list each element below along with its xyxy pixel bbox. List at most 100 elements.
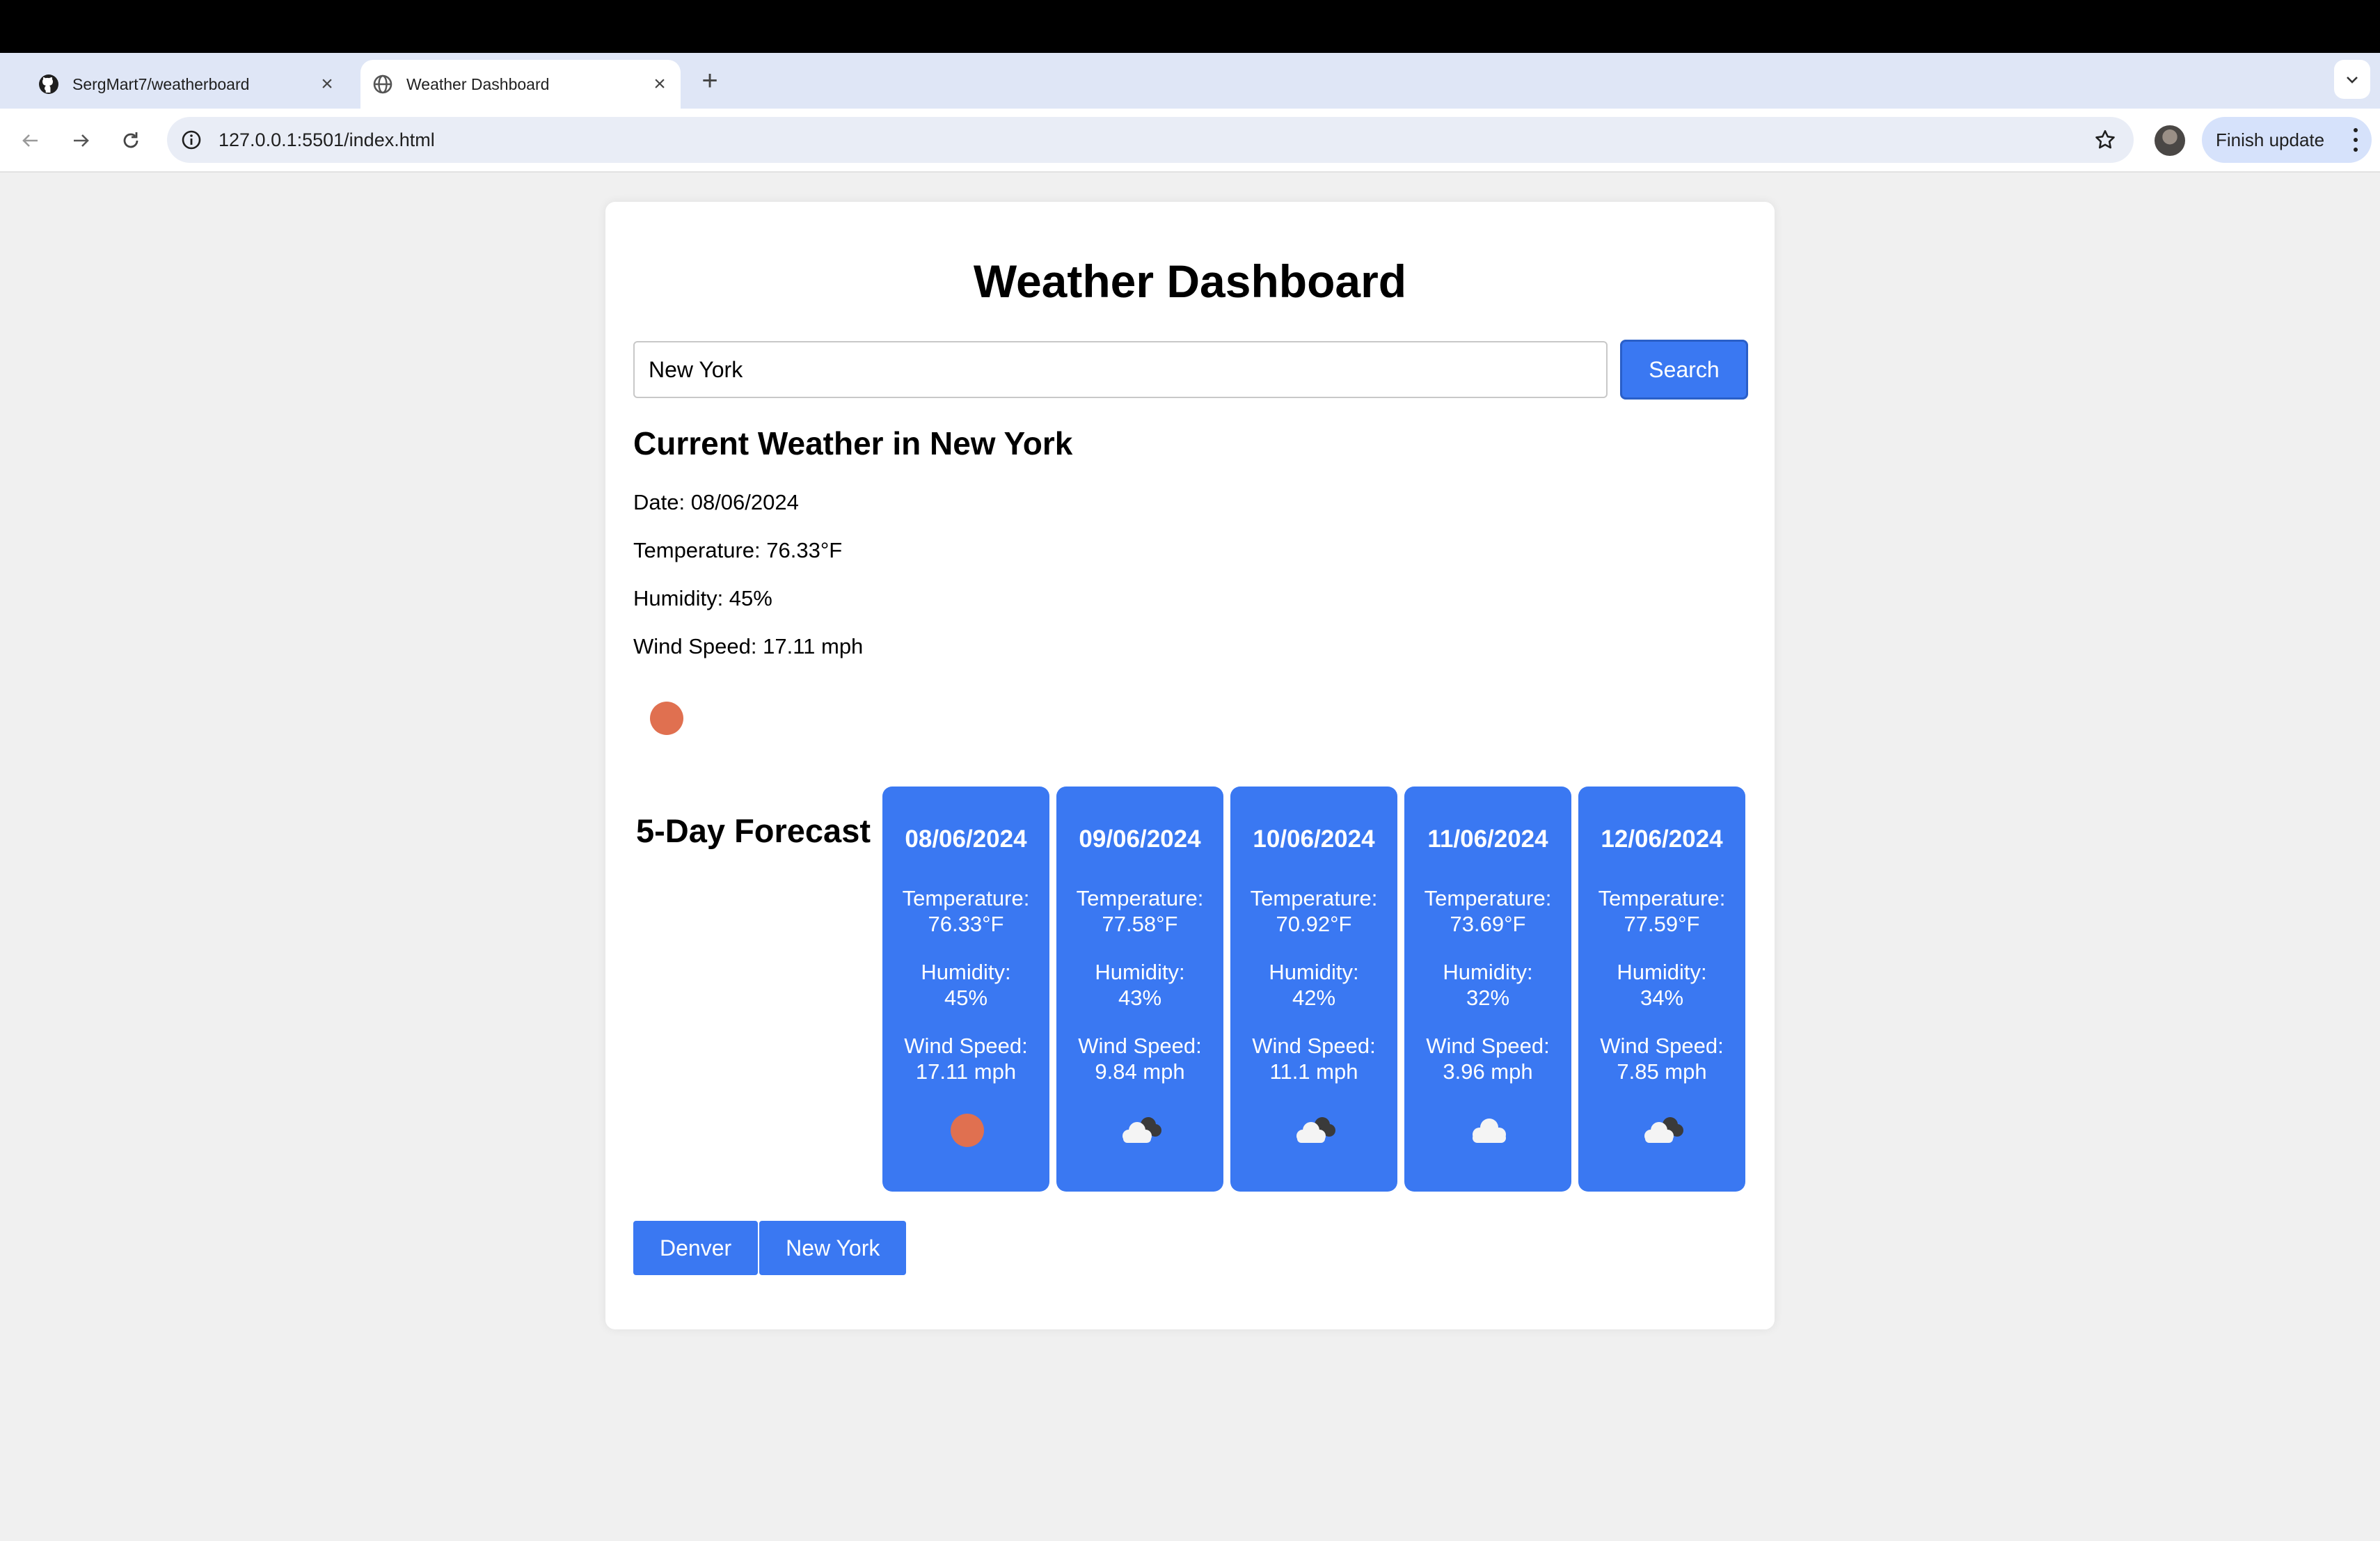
tab-strip: SergMart7/weatherboard × Weather Dashboa… (0, 53, 2380, 109)
globe-icon (373, 74, 392, 94)
sun-icon (650, 702, 683, 735)
forward-button[interactable] (63, 123, 99, 159)
forecast-wind: Wind Speed: 7.85 mph (1578, 1033, 1745, 1084)
page-title: Weather Dashboard (973, 255, 1407, 307)
forecast-date: 09/06/2024 (1079, 825, 1201, 853)
humidity-value: 34% (1640, 986, 1684, 1010)
forecast-date: 08/06/2024 (905, 825, 1027, 853)
screen-top-bar (0, 0, 2380, 53)
humidity-value: 45% (944, 986, 988, 1010)
forecast-card: 09/06/2024 Temperature: 77.58°F Humidity… (1056, 787, 1223, 1192)
search-button[interactable]: Search (1620, 340, 1748, 400)
forecast-humidity: Humidity: 34% (1578, 959, 1745, 1011)
sun-icon (951, 1114, 984, 1147)
history-button-denver[interactable]: Denver (633, 1221, 759, 1275)
forecast-humidity: Humidity: 45% (882, 959, 1049, 1011)
humidity-label: Humidity: (1617, 960, 1707, 984)
forecast-temperature: Temperature: 73.69°F (1404, 885, 1571, 937)
reload-button[interactable] (113, 123, 149, 159)
forecast-temperature: Temperature: 76.33°F (882, 885, 1049, 937)
wind-label: Wind Speed: (1600, 1034, 1724, 1058)
forecast-wind: Wind Speed: 17.11 mph (882, 1033, 1049, 1084)
forecast-wind: Wind Speed: 9.84 mph (1056, 1033, 1223, 1084)
temperature-value: 73.69°F (1450, 912, 1526, 936)
dashboard-card: Weather Dashboard Search Current Weather… (605, 202, 1775, 1329)
reload-icon (123, 132, 138, 148)
chevron-down-icon (2347, 77, 2358, 84)
site-info-icon[interactable] (178, 127, 205, 153)
wind-label: Wind Speed: (1426, 1034, 1550, 1058)
tab-title: Weather Dashboard (406, 74, 550, 93)
current-weather-heading: Current Weather in New York (633, 425, 1073, 461)
forecast-card: 12/06/2024 Temperature: 77.59°F Humidity… (1578, 787, 1745, 1192)
forecast-card: 11/06/2024 Temperature: 73.69°F Humidity… (1404, 787, 1571, 1192)
temperature-value: 76.33°F (928, 912, 1004, 936)
forecast-card: 10/06/2024 Temperature: 70.92°F Humidity… (1230, 787, 1397, 1192)
humidity-label: Humidity: (1269, 960, 1359, 984)
address-bar[interactable]: 127.0.0.1:5501/index.html (167, 117, 2134, 163)
profile-avatar[interactable] (2155, 125, 2185, 156)
temperature-label: Temperature: (902, 886, 1030, 910)
close-tab-icon[interactable]: × (313, 70, 341, 98)
wind-value: 7.85 mph (1617, 1059, 1707, 1084)
github-icon (39, 74, 58, 94)
temperature-label: Temperature: (1250, 886, 1378, 910)
cloud-dark-icon (1122, 1117, 1161, 1143)
tab-title: SergMart7/weatherboard (72, 74, 250, 93)
humidity-value: 32% (1466, 986, 1510, 1010)
wind-value: 9.84 mph (1095, 1059, 1185, 1084)
forecast-humidity: Humidity: 42% (1230, 959, 1397, 1011)
forecast-temperature: Temperature: 77.58°F (1056, 885, 1223, 937)
wind-value: 17.11 mph (915, 1059, 1017, 1084)
finish-update-label: Finish update (2216, 129, 2325, 150)
forecast-wind: Wind Speed: 3.96 mph (1404, 1033, 1571, 1084)
browser-toolbar: 127.0.0.1:5501/index.html Finish update (0, 109, 2380, 173)
tab-weather-dashboard[interactable]: Weather Dashboard × (360, 60, 681, 109)
current-temperature: Temperature: 76.33°F (633, 538, 843, 562)
temperature-label: Temperature: (1424, 886, 1552, 910)
humidity-label: Humidity: (1095, 960, 1185, 984)
wind-value: 3.96 mph (1443, 1059, 1533, 1084)
forecast-date: 12/06/2024 (1601, 825, 1723, 853)
forecast-date: 11/06/2024 (1427, 825, 1548, 853)
finish-update-button[interactable]: Finish update (2202, 117, 2372, 163)
wind-value: 11.1 mph (1269, 1059, 1358, 1084)
humidity-value: 42% (1292, 986, 1336, 1010)
forecast-date: 10/06/2024 (1253, 825, 1375, 853)
new-tab-icon[interactable]: + (695, 65, 725, 96)
temperature-label: Temperature: (1076, 886, 1204, 910)
forecast-temperature: Temperature: 77.59°F (1578, 885, 1745, 937)
wind-label: Wind Speed: (1078, 1034, 1202, 1058)
wind-label: Wind Speed: (904, 1034, 1028, 1058)
back-button[interactable] (13, 123, 49, 159)
cloud-dark-icon (1296, 1117, 1335, 1143)
history-button-new-york[interactable]: New York (759, 1221, 907, 1275)
forecast-list: 08/06/2024 Temperature: 76.33°F Humidity… (882, 787, 1745, 1192)
arrow-right-icon (74, 134, 89, 147)
forecast-card: 08/06/2024 Temperature: 76.33°F Humidity… (882, 787, 1049, 1192)
current-date: Date: 08/06/2024 (633, 490, 799, 514)
cloud-dark-icon (1644, 1117, 1683, 1143)
search-history: Denver New York (633, 1221, 907, 1275)
more-menu-icon[interactable] (2352, 128, 2359, 152)
humidity-label: Humidity: (921, 960, 1011, 984)
tab-github[interactable]: SergMart7/weatherboard × (21, 60, 348, 109)
city-search-input[interactable] (633, 341, 1608, 398)
temperature-label: Temperature: (1598, 886, 1726, 910)
close-tab-icon[interactable]: × (646, 70, 674, 98)
wind-label: Wind Speed: (1252, 1034, 1376, 1058)
current-wind-speed: Wind Speed: 17.11 mph (633, 634, 864, 658)
temperature-value: 77.58°F (1102, 912, 1178, 936)
forecast-humidity: Humidity: 43% (1056, 959, 1223, 1011)
forecast-wind: Wind Speed: 11.1 mph (1230, 1033, 1397, 1084)
bookmark-star-icon[interactable] (2092, 127, 2118, 153)
cloud-icon (1473, 1119, 1506, 1143)
forecast-temperature: Temperature: 70.92°F (1230, 885, 1397, 937)
forecast-heading: 5-Day Forecast (636, 812, 871, 849)
humidity-value: 43% (1118, 986, 1162, 1010)
forecast-humidity: Humidity: 32% (1404, 959, 1571, 1011)
humidity-label: Humidity: (1443, 960, 1533, 984)
current-humidity: Humidity: 45% (633, 586, 772, 610)
tab-search-menu[interactable] (2334, 60, 2370, 99)
temperature-value: 70.92°F (1276, 912, 1352, 936)
